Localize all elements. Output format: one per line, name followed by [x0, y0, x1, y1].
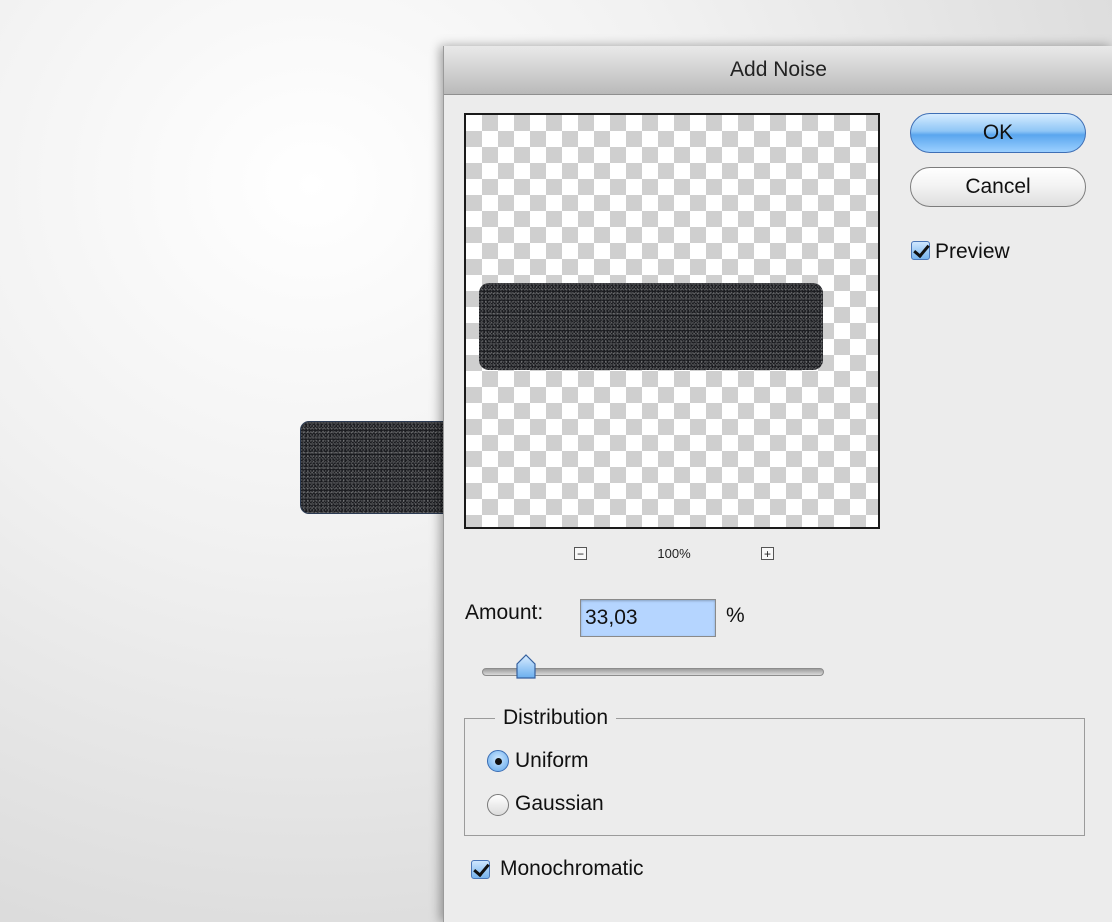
zoom-level-label: 100% [657, 545, 691, 561]
gaussian-radio-label: Gaussian [515, 792, 604, 815]
add-noise-dialog: Add Noise − 100% + OK Cancel Preview Amo… [443, 46, 1112, 922]
cancel-button[interactable]: Cancel [910, 167, 1086, 207]
monochromatic-checkbox-label: Monochromatic [500, 857, 644, 880]
filter-preview-pane[interactable] [464, 113, 880, 529]
uniform-radio-label: Uniform [515, 749, 589, 772]
amount-unit-label: % [726, 604, 745, 627]
dialog-titlebar[interactable]: Add Noise [444, 46, 1112, 95]
uniform-radio[interactable] [487, 750, 509, 772]
zoom-controls: − 100% + [574, 543, 774, 563]
amount-slider-thumb[interactable] [515, 654, 537, 680]
cancel-button-label: Cancel [965, 175, 1031, 198]
amount-input[interactable] [580, 599, 716, 637]
dialog-title: Add Noise [730, 58, 827, 81]
zoom-in-button[interactable]: + [761, 546, 774, 560]
preview-checkbox-label: Preview [935, 240, 1010, 263]
zoom-out-button[interactable]: − [574, 546, 587, 560]
monochromatic-checkbox[interactable] [471, 860, 490, 879]
ok-button[interactable]: OK [910, 113, 1086, 153]
amount-label: Amount: [465, 601, 544, 624]
gaussian-radio[interactable] [487, 794, 509, 816]
preview-checkbox[interactable] [911, 241, 930, 260]
preview-noise-rectangle [479, 283, 823, 370]
distribution-legend: Distribution [503, 706, 609, 729]
ok-button-label: OK [982, 121, 1014, 144]
